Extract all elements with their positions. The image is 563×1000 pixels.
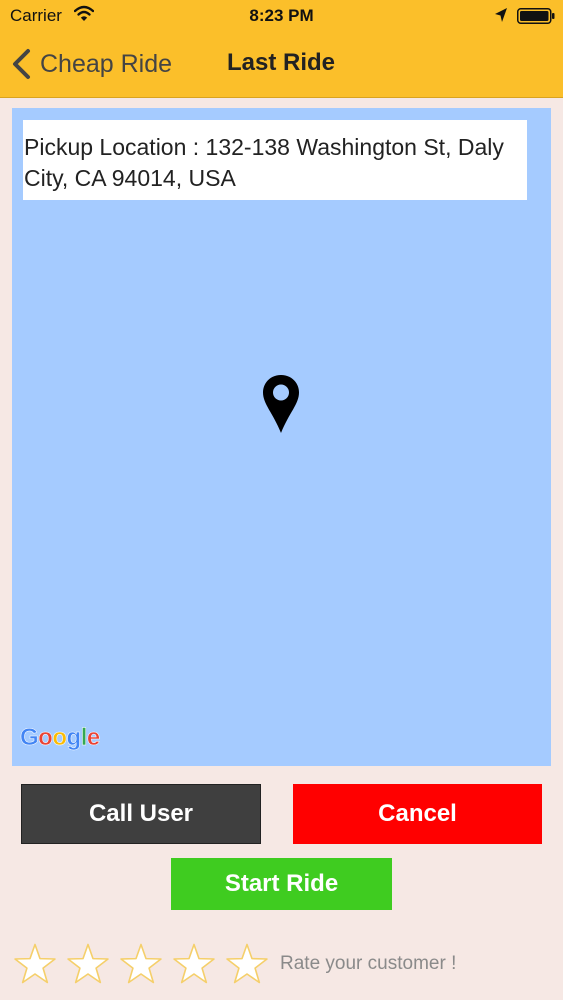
navigation-bar: Cheap Ride Last Ride <box>0 32 563 96</box>
star-rating-group <box>12 941 277 987</box>
call-user-button[interactable]: Call User <box>21 784 261 844</box>
star-icon[interactable] <box>65 941 111 987</box>
cancel-button[interactable]: Cancel <box>293 784 542 844</box>
star-icon[interactable] <box>171 941 217 987</box>
pickup-location-box: Pickup Location : 132-138 Washington St,… <box>23 120 527 200</box>
start-ride-button-label: Start Ride <box>224 870 339 897</box>
star-icon[interactable] <box>118 941 164 987</box>
customer-rating: Rate your customer ! <box>12 938 456 990</box>
call-user-button-label: Call User <box>88 800 194 827</box>
back-button-label: Cheap Ride <box>40 49 173 78</box>
star-icon[interactable] <box>12 941 58 987</box>
page-title: Last Ride <box>227 49 336 76</box>
rate-customer-label: Rate your customer ! <box>280 953 457 974</box>
google-logo-letter: o <box>38 724 53 752</box>
cancel-button-label: Cancel <box>378 800 457 827</box>
chevron-left-icon <box>13 49 30 79</box>
pickup-location-text: Pickup Location : 132-138 Washington St,… <box>24 134 504 191</box>
screen: Carrier 8:23 PM Cheap Ride Last Ride Pic… <box>0 0 563 1000</box>
back-button[interactable]: Cheap Ride <box>10 46 172 82</box>
google-logo: Google <box>20 724 101 752</box>
status-bar: Carrier 8:23 PM <box>0 0 563 32</box>
top-bar: Carrier 8:23 PM Cheap Ride Last Ride <box>0 0 563 98</box>
location-arrow-icon <box>495 8 507 22</box>
battery-icon <box>517 8 555 24</box>
star-icon[interactable] <box>224 941 270 987</box>
google-logo-letter: e <box>86 724 101 752</box>
google-logo-letter: o <box>52 724 67 752</box>
map-view[interactable]: Pickup Location : 132-138 Washington St,… <box>12 108 551 766</box>
map-pin-icon[interactable] <box>262 374 300 434</box>
google-logo-letter: G <box>20 724 39 752</box>
start-ride-button[interactable]: Start Ride <box>171 858 392 910</box>
google-logo-letter: g <box>66 724 81 752</box>
status-time: 8:23 PM <box>249 6 314 25</box>
